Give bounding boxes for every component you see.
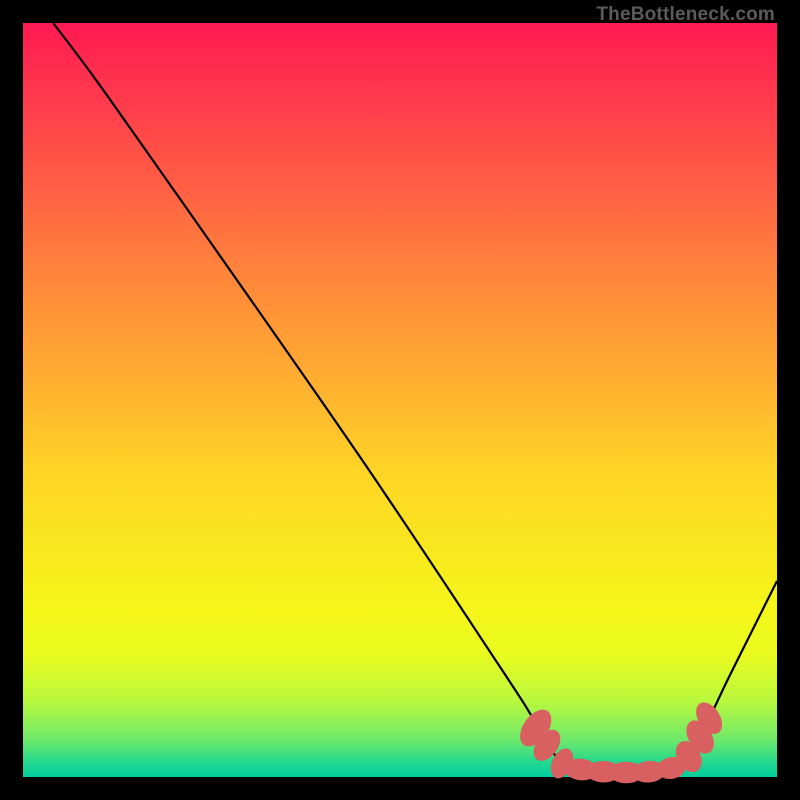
bottleneck-curve (53, 23, 777, 773)
chart-svg (23, 23, 777, 777)
watermark-text: TheBottleneck.com (596, 4, 775, 26)
marker-group (514, 698, 728, 784)
chart-frame: TheBottleneck.com (0, 0, 800, 800)
plot-area (23, 23, 777, 777)
